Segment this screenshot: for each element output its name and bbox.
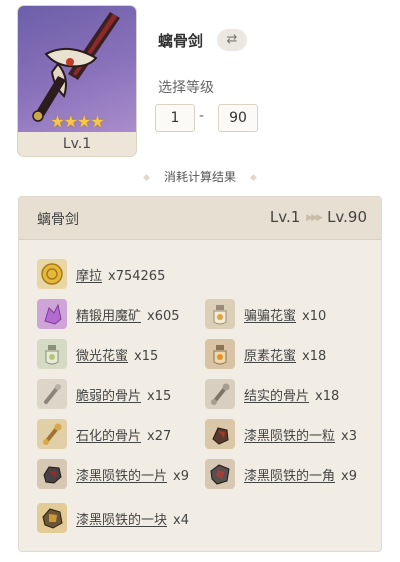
- material-item[interactable]: 脆弱的骨片 x15: [37, 379, 171, 409]
- meteorite-grain-icon: [205, 419, 235, 449]
- meteorite-corner-icon: [205, 459, 235, 489]
- material-name[interactable]: 漆黑陨铁的一块: [76, 513, 167, 528]
- material-label: 漆黑陨铁的一角 x9: [244, 465, 357, 484]
- material-count: x15: [147, 388, 172, 404]
- material-count: x27: [147, 428, 172, 444]
- material-count: x3: [341, 428, 357, 444]
- material-label: 骗骗花蜜 x10: [244, 305, 326, 324]
- bone-fossil-icon: [37, 419, 67, 449]
- material-count: x4: [173, 512, 189, 528]
- arrows-icon: ▶▶▶: [306, 213, 323, 223]
- level-select-label: 选择等级: [158, 80, 214, 96]
- material-item[interactable]: 摩拉 x754265: [37, 259, 165, 289]
- material-name[interactable]: 漆黑陨铁的一粒: [244, 429, 335, 444]
- swap-button[interactable]: ⇄: [217, 29, 247, 51]
- material-item[interactable]: 石化的骨片 x27: [37, 419, 171, 449]
- material-count: x18: [315, 388, 340, 404]
- material-item[interactable]: 原素花蜜 x18: [205, 339, 326, 369]
- material-label: 脆弱的骨片 x15: [76, 385, 171, 404]
- swap-icon: ⇄: [226, 32, 238, 47]
- material-name[interactable]: 摩拉: [76, 269, 102, 284]
- mora-coin-icon: [37, 259, 67, 289]
- material-label: 漆黑陨铁的一粒 x3: [244, 425, 357, 444]
- star-icon: ★: [77, 112, 91, 131]
- material-count: x605: [147, 308, 180, 324]
- material-item[interactable]: 漆黑陨铁的一粒 x3: [205, 419, 357, 449]
- material-label: 原素花蜜 x18: [244, 345, 326, 364]
- material-count: x9: [173, 468, 189, 484]
- meteorite-piece-icon: [37, 459, 67, 489]
- diamond-icon: ◆: [250, 173, 257, 183]
- nectar-white-icon: [205, 299, 235, 329]
- nectar-blue-icon: [205, 339, 235, 369]
- material-name[interactable]: 微光花蜜: [76, 349, 128, 364]
- section-title: 消耗计算结果: [163, 170, 236, 184]
- material-name[interactable]: 脆弱的骨片: [76, 389, 141, 404]
- material-count: x10: [302, 308, 327, 324]
- material-name[interactable]: 结实的骨片: [244, 389, 309, 404]
- material-label: 微光花蜜 x15: [76, 345, 158, 364]
- level-from-input[interactable]: 1: [155, 104, 195, 132]
- mystic-ore-icon: [37, 299, 67, 329]
- material-label: 结实的骨片 x18: [244, 385, 339, 404]
- diamond-icon: ◆: [143, 173, 150, 183]
- material-label: 石化的骨片 x27: [76, 425, 171, 444]
- meteorite-chunk-icon: [37, 503, 67, 533]
- material-name[interactable]: 漆黑陨铁的一片: [76, 469, 167, 484]
- level-to-input[interactable]: 90: [218, 104, 258, 132]
- material-name[interactable]: 石化的骨片: [76, 429, 141, 444]
- material-name[interactable]: 漆黑陨铁的一角: [244, 469, 335, 484]
- result-panel: 螭骨剑 Lv.1 ▶▶▶ Lv.90 摩拉 x754265 精锻用魔矿 x605 骗骗花蜜 x…: [18, 196, 382, 552]
- rarity-stars: ★★★★: [18, 112, 136, 131]
- material-item[interactable]: 漆黑陨铁的一片 x9: [37, 459, 189, 489]
- bone-sturdy-icon: [205, 379, 235, 409]
- material-name[interactable]: 骗骗花蜜: [244, 309, 296, 324]
- bone-fragile-icon: [37, 379, 67, 409]
- material-item[interactable]: 漆黑陨铁的一角 x9: [205, 459, 357, 489]
- section-divider: ◆ 消耗计算结果 ◆: [0, 168, 400, 185]
- star-icon: ★: [63, 112, 78, 131]
- material-label: 精锻用魔矿 x605: [76, 305, 180, 324]
- material-name[interactable]: 精锻用魔矿: [76, 309, 141, 324]
- range-to: Lv.90: [327, 208, 367, 226]
- card-level: Lv.1: [62, 136, 92, 152]
- level-range: Lv.1 ▶▶▶ Lv.90: [270, 208, 367, 226]
- range-from: Lv.1: [269, 208, 301, 226]
- material-item[interactable]: 骗骗花蜜 x10: [205, 299, 326, 329]
- material-item[interactable]: 微光花蜜 x15: [37, 339, 158, 369]
- material-label: 摩拉 x754265: [76, 265, 165, 284]
- material-label: 漆黑陨铁的一片 x9: [76, 465, 189, 484]
- nectar-green-icon: [37, 339, 67, 369]
- material-item[interactable]: 结实的骨片 x18: [205, 379, 339, 409]
- result-weapon-name: 螭骨剑: [37, 212, 79, 228]
- level-separator: -: [199, 108, 205, 124]
- material-count: x9: [341, 468, 357, 484]
- material-item[interactable]: 漆黑陨铁的一块 x4: [37, 503, 189, 533]
- material-count: x15: [134, 348, 159, 364]
- result-header: 螭骨剑 Lv.1 ▶▶▶ Lv.90: [19, 197, 381, 240]
- material-item[interactable]: 精锻用魔矿 x605: [37, 299, 180, 329]
- star-icon: ★: [50, 112, 64, 131]
- material-count: x754265: [108, 268, 166, 284]
- material-count: x18: [302, 348, 327, 364]
- material-label: 漆黑陨铁的一块 x4: [76, 509, 189, 528]
- weapon-title: 螭骨剑: [158, 32, 204, 50]
- star-icon: ★: [90, 112, 104, 131]
- material-name[interactable]: 原素花蜜: [244, 349, 296, 364]
- weapon-card[interactable]: ★★★★ Lv.1: [18, 6, 136, 156]
